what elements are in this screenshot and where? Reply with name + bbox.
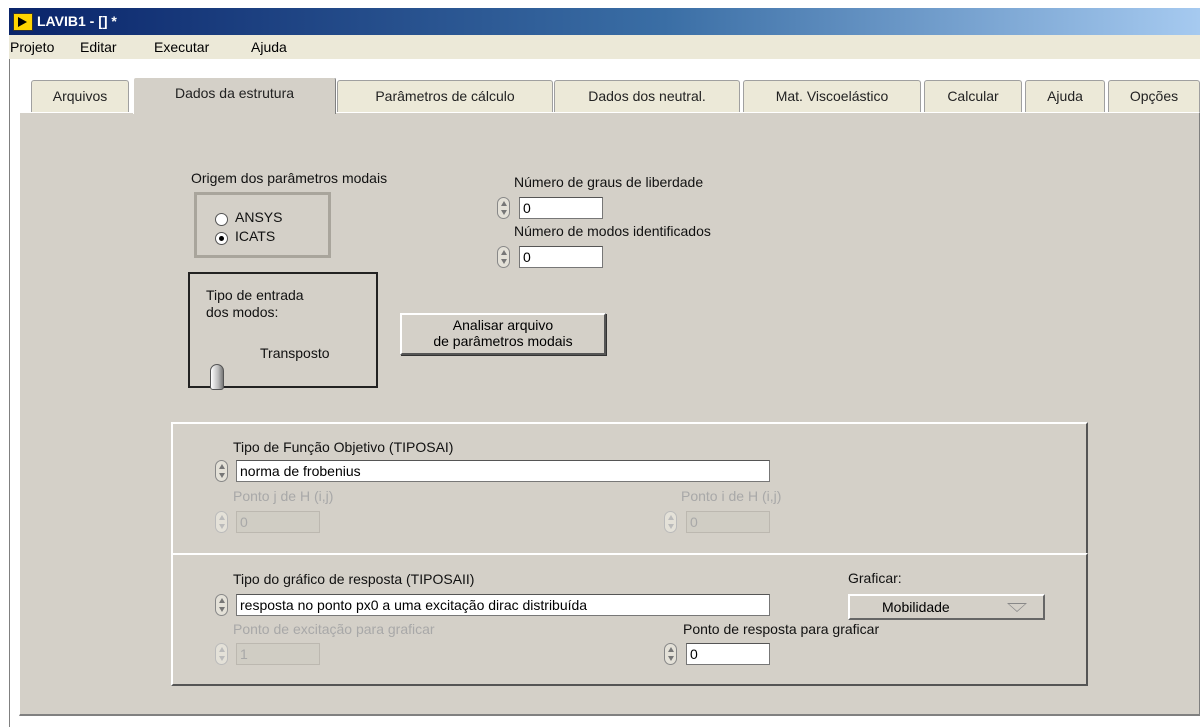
point-j-label: Ponto j de H (i,j): [233, 488, 334, 504]
entry-type-label-line1: Tipo de entrada: [206, 287, 304, 303]
modes-label: Número de modos identificados: [514, 223, 711, 239]
response-ring-spinner[interactable]: [215, 594, 228, 616]
tab-parametros-de-calculo[interactable]: Parâmetros de cálculo: [337, 80, 553, 112]
point-j-input: 0: [236, 511, 320, 533]
modal-origin-radio-group: ANSYS ICATS: [194, 192, 331, 258]
response-point-label: Ponto de resposta para graficar: [683, 621, 880, 637]
tab-calcular[interactable]: Calcular: [924, 80, 1022, 112]
objective-ring-spinner[interactable]: [215, 460, 228, 482]
response-point-spinner[interactable]: [664, 643, 677, 665]
window-title: LAVIB1 - [] *: [37, 13, 117, 29]
radio-icats-label: ICATS: [235, 228, 276, 244]
excitation-point-input: 1: [236, 643, 320, 665]
dof-label: Número de graus de liberdade: [514, 174, 704, 190]
objective-ring-value[interactable]: norma de frobenius: [236, 460, 770, 482]
response-ring-value[interactable]: resposta no ponto px0 a uma excitação di…: [236, 594, 770, 616]
response-point-input[interactable]: 0: [686, 643, 770, 665]
excitation-point-label: Ponto de excitação para graficar: [233, 621, 435, 637]
menu-editar[interactable]: Editar: [80, 39, 117, 55]
tab-dados-da-estrutura[interactable]: Dados da estrutura: [133, 77, 336, 114]
entry-type-value: Transposto: [260, 345, 330, 361]
analyze-button-line2: de parâmetros modais: [433, 333, 573, 349]
excitation-point-spinner: [215, 643, 228, 665]
modes-input[interactable]: 0: [519, 246, 603, 268]
graficar-dropdown-value: Mobilidade: [882, 599, 950, 615]
objective-label: Tipo de Função Objetivo (TIPOSAI): [233, 439, 454, 455]
tab-dados-dos-neutral[interactable]: Dados dos neutral.: [554, 80, 740, 112]
graficar-label: Graficar:: [848, 570, 902, 586]
radio-icats[interactable]: [215, 232, 228, 245]
title-bar: LAVIB1 - [] *: [9, 8, 1200, 35]
point-i-input: 0: [686, 511, 770, 533]
analyze-modal-file-button[interactable]: Analisar arquivo de parâmetros modais: [400, 313, 606, 355]
response-label: Tipo do gráfico de resposta (TIPOSAII): [233, 571, 475, 587]
point-i-label: Ponto i de H (i,j): [681, 488, 782, 504]
point-i-spinner: [664, 511, 677, 533]
entry-type-label-line2: dos modos:: [206, 304, 279, 320]
tab-arquivos[interactable]: Arquivos: [31, 80, 129, 112]
radio-ansys-label: ANSYS: [235, 209, 283, 225]
dof-spinner[interactable]: [497, 197, 510, 219]
menu-bar: Projeto Editar Executar Ajuda: [9, 35, 1200, 60]
dof-input[interactable]: 0: [519, 197, 603, 219]
menu-ajuda[interactable]: Ajuda: [251, 39, 287, 55]
menu-projeto[interactable]: Projeto: [10, 39, 54, 55]
modal-origin-label: Origem dos parâmetros modais: [191, 170, 388, 186]
menu-executar[interactable]: Executar: [154, 39, 209, 55]
graficar-dropdown[interactable]: Mobilidade: [848, 594, 1045, 620]
dropdown-arrow-icon: [1007, 603, 1027, 612]
entry-type-box: Tipo de entrada dos modos: Transposto: [188, 272, 378, 390]
entry-type-toggle-switch[interactable]: [210, 364, 224, 390]
radio-ansys[interactable]: [215, 213, 228, 226]
tab-opcoes[interactable]: Opções: [1108, 80, 1200, 112]
modes-spinner[interactable]: [497, 246, 510, 268]
analyze-button-line1: Analisar arquivo: [452, 317, 554, 333]
tab-mat-viscoelastico[interactable]: Mat. Viscoelástico: [743, 80, 921, 112]
point-j-spinner: [215, 511, 228, 533]
labview-app-icon: [13, 13, 33, 31]
tab-ajuda[interactable]: Ajuda: [1025, 80, 1105, 112]
